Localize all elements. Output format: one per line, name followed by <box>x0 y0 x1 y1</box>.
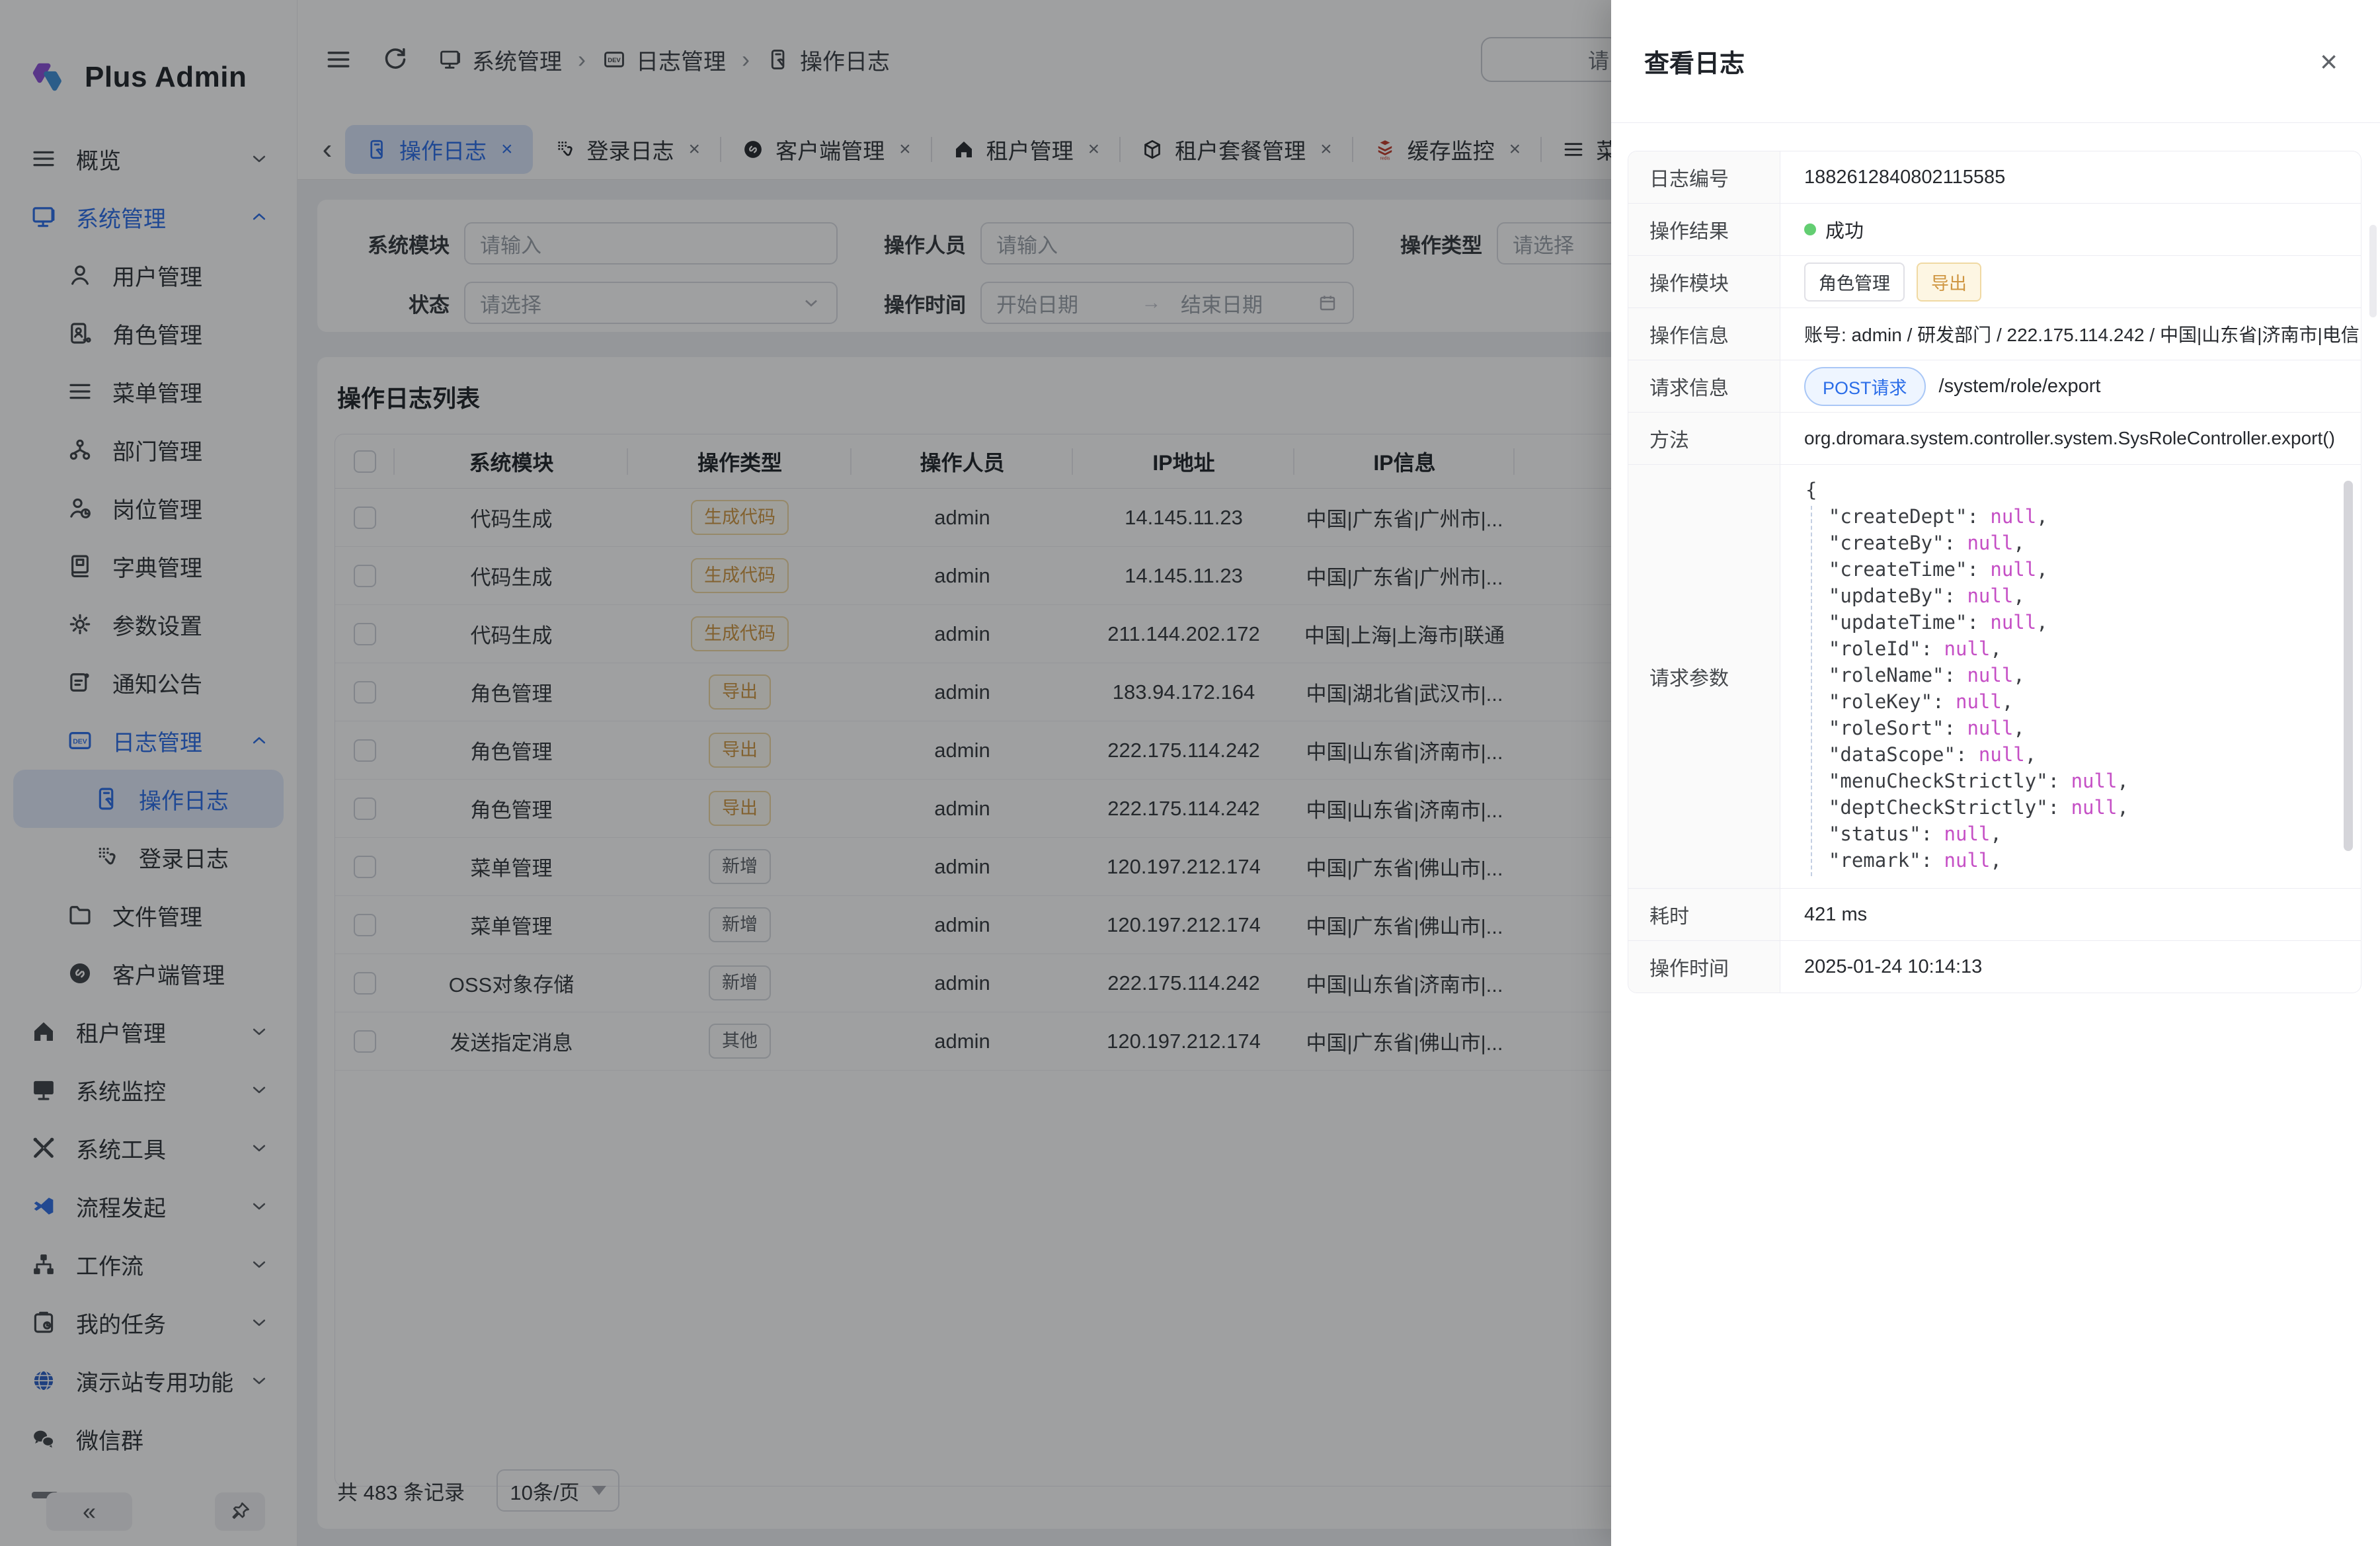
json-line: "deptCheckStrictly": null, <box>1805 794 2334 821</box>
drawer-header: 查看日志 × <box>1611 0 2380 123</box>
cost-value: 421 ms <box>1780 889 2361 940</box>
detail-row-method: 方法 org.dromara.system.controller.system.… <box>1628 413 2361 465</box>
detail-row-request: 请求信息 POST请求 /system/role/export <box>1628 360 2361 413</box>
json-line: "createDept": null, <box>1805 503 2334 530</box>
json-line: "remark": null, <box>1805 847 2334 874</box>
code-scrollbar[interactable] <box>2344 481 2353 851</box>
drawer-title: 查看日志 <box>1644 43 1745 79</box>
detail-row-cost: 耗时 421 ms <box>1628 889 2361 941</box>
json-line: "menuCheckStrictly": null, <box>1805 768 2334 794</box>
log-detail-table: 日志编号 1882612840802115585 操作结果 成功 操作模块 角色… <box>1628 151 2361 993</box>
log-id-value: 1882612840802115585 <box>1780 151 2361 203</box>
json-line: "roleKey": null, <box>1805 688 2334 715</box>
json-line: "updateBy": null, <box>1805 583 2334 609</box>
detail-row-time: 操作时间 2025-01-24 10:14:13 <box>1628 941 2361 993</box>
detail-row-op-info: 操作信息 账号: admin / 研发部门 / 222.175.114.242 … <box>1628 308 2361 360</box>
op-info-value: 账号: admin / 研发部门 / 222.175.114.242 / 中国|… <box>1780 308 2361 360</box>
view-log-drawer: 查看日志 × 日志编号 1882612840802115585 操作结果 成功 … <box>1611 0 2380 1546</box>
request-params-json[interactable]: { "createDept": null, "createBy": null, … <box>1780 465 2361 888</box>
drawer-scrollbar[interactable] <box>2369 225 2377 317</box>
json-line: "dataScope": null, <box>1805 741 2334 768</box>
post-request-badge: POST请求 <box>1804 367 1926 406</box>
module-tag: 角色管理 <box>1804 263 1905 302</box>
detail-row-log-id: 日志编号 1882612840802115585 <box>1628 151 2361 204</box>
json-line: "roleName": null, <box>1805 662 2334 688</box>
close-icon[interactable]: × <box>2320 46 2338 77</box>
json-line: "updateTime": null, <box>1805 609 2334 635</box>
json-line: "createTime": null, <box>1805 556 2334 583</box>
action-tag: 导出 <box>1917 263 1981 302</box>
detail-row-params: 请求参数 { "createDept": null, "createBy": n… <box>1628 465 2361 889</box>
json-line: "status": null, <box>1805 821 2334 847</box>
json-line: "roleId": null, <box>1805 635 2334 662</box>
detail-row-result: 操作结果 成功 <box>1628 204 2361 256</box>
json-line: "roleSort": null, <box>1805 715 2334 741</box>
request-url: /system/role/export <box>1939 376 2101 397</box>
result-text: 成功 <box>1825 216 1864 243</box>
indent-guide <box>1811 506 1812 876</box>
method-value: org.dromara.system.controller.system.Sys… <box>1780 413 2361 464</box>
json-line: { <box>1805 477 2334 503</box>
detail-row-module: 操作模块 角色管理 导出 <box>1628 256 2361 308</box>
success-dot-icon <box>1804 224 1816 235</box>
op-time-value: 2025-01-24 10:14:13 <box>1780 941 2361 993</box>
json-line: "createBy": null, <box>1805 530 2334 556</box>
